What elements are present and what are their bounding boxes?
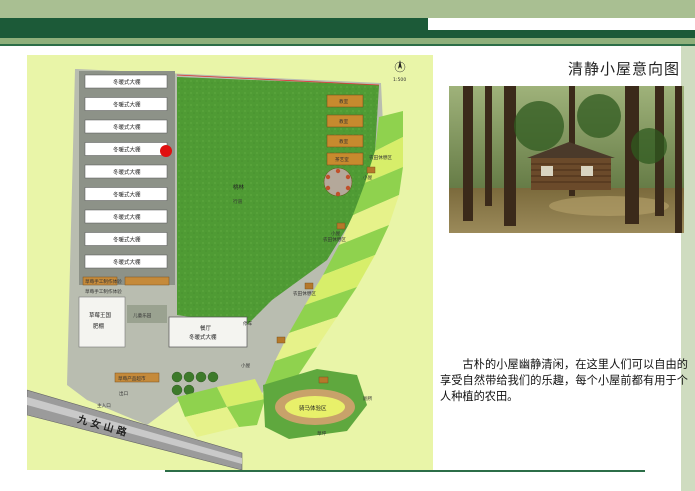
- caption-title: 清静小屋意向图: [567, 60, 680, 78]
- forest-sublabel: 行道: [233, 198, 243, 205]
- cottage-3-label: 教室: [339, 138, 349, 145]
- garden-label-1: 草莓王国: [89, 311, 112, 319]
- cabin-b-label: 小屋: [331, 230, 341, 237]
- workshop-1-label: 草莓手工制作体验: [85, 278, 122, 285]
- toilet-label: 厕所: [363, 395, 373, 402]
- greenhouse-label: 冬暖式大棚: [113, 213, 141, 221]
- north-arrow-icon: [394, 60, 406, 73]
- greenhouse-label: 冬暖式大棚: [113, 101, 141, 109]
- main-entry-label: 主入口: [97, 402, 111, 409]
- cottage-4-label: 茶艺室: [335, 156, 349, 163]
- site-plan-drawing: 冬暖式大棚冬暖式大棚冬暖式大棚冬暖式大棚冬暖式大棚冬暖式大棚冬暖式大棚冬暖式大棚…: [27, 60, 406, 470]
- greenhouse-label: 冬暖式大棚: [113, 78, 141, 86]
- play-label: 儿童乐园: [133, 312, 152, 319]
- garden-label-2: 肥棚: [93, 322, 105, 330]
- strawberry-garden: [78, 296, 126, 348]
- restaurant-label-2: 冬暖式大棚: [189, 333, 217, 341]
- bottom-rule: [165, 470, 645, 472]
- greenhouse-label: 冬暖式大棚: [113, 168, 141, 176]
- lawn-label: 草坪: [317, 430, 327, 437]
- caption-description: 古朴的小屋幽静清闲，在这里人们可以自由的享受自然带给我们的乐趣，每个小屋前都有用…: [440, 357, 688, 405]
- header-band-light: [428, 18, 695, 30]
- leisure-1-label: 农田休憩区: [369, 154, 392, 161]
- scale-text: 1:500: [393, 77, 406, 83]
- greenhouse-label: 冬暖式大棚: [113, 123, 141, 131]
- cottage-photo: [449, 86, 684, 233]
- greenhouse-group: 冬暖式大棚冬暖式大棚冬暖式大棚冬暖式大棚冬暖式大棚冬暖式大棚冬暖式大棚冬暖式大棚…: [84, 74, 168, 269]
- greenhouse-label: 冬暖式大棚: [113, 258, 141, 266]
- workshop-2: [124, 276, 170, 286]
- cottage-photo-drawing: [449, 86, 684, 233]
- cottage-2-label: 教室: [339, 118, 349, 125]
- parking-label: 停车: [243, 320, 253, 327]
- exit-label: 出口: [119, 390, 129, 397]
- greenhouse-label: 冬暖式大棚: [113, 236, 141, 244]
- cabin-c-label: 小屋: [241, 362, 251, 369]
- greenhouse-label: 冬暖式大棚: [113, 191, 141, 199]
- header-band-dark-thin: [428, 30, 695, 38]
- forest-label: 桃林: [233, 183, 245, 191]
- header-band-top: [0, 0, 695, 18]
- header-rule: [0, 44, 695, 46]
- equestrian-label: 骑马体验区: [299, 404, 327, 412]
- restaurant: [168, 316, 248, 348]
- workshop-2-label: 草莓手工制作体验: [85, 288, 122, 295]
- description-text: 古朴的小屋幽静清闲，在这里人们可以自由的享受自然带给我们的乐趣，每个小屋前都有用…: [440, 358, 688, 403]
- header-band-dark: [0, 18, 428, 38]
- leisure-3-label: 农田休憩区: [293, 290, 316, 297]
- cottage-1-label: 教室: [339, 98, 349, 105]
- greenhouse-label: 冬暖式大棚: [113, 146, 141, 154]
- leisure-2-label: 农田休憩区: [323, 236, 346, 243]
- stable: [318, 376, 329, 384]
- restaurant-label-1: 餐厅: [200, 324, 212, 332]
- location-marker: [160, 145, 172, 157]
- cabin-a-label: 小屋: [363, 174, 373, 181]
- site-plan: 冬暖式大棚 冬暖式大棚 冬暖式大棚 冬暖式大棚 冬暖式大棚 冬暖式大棚 冬暖式大棚 冬暖式大棚…: [27, 55, 433, 470]
- store-label: 草莓产品超市: [118, 375, 146, 382]
